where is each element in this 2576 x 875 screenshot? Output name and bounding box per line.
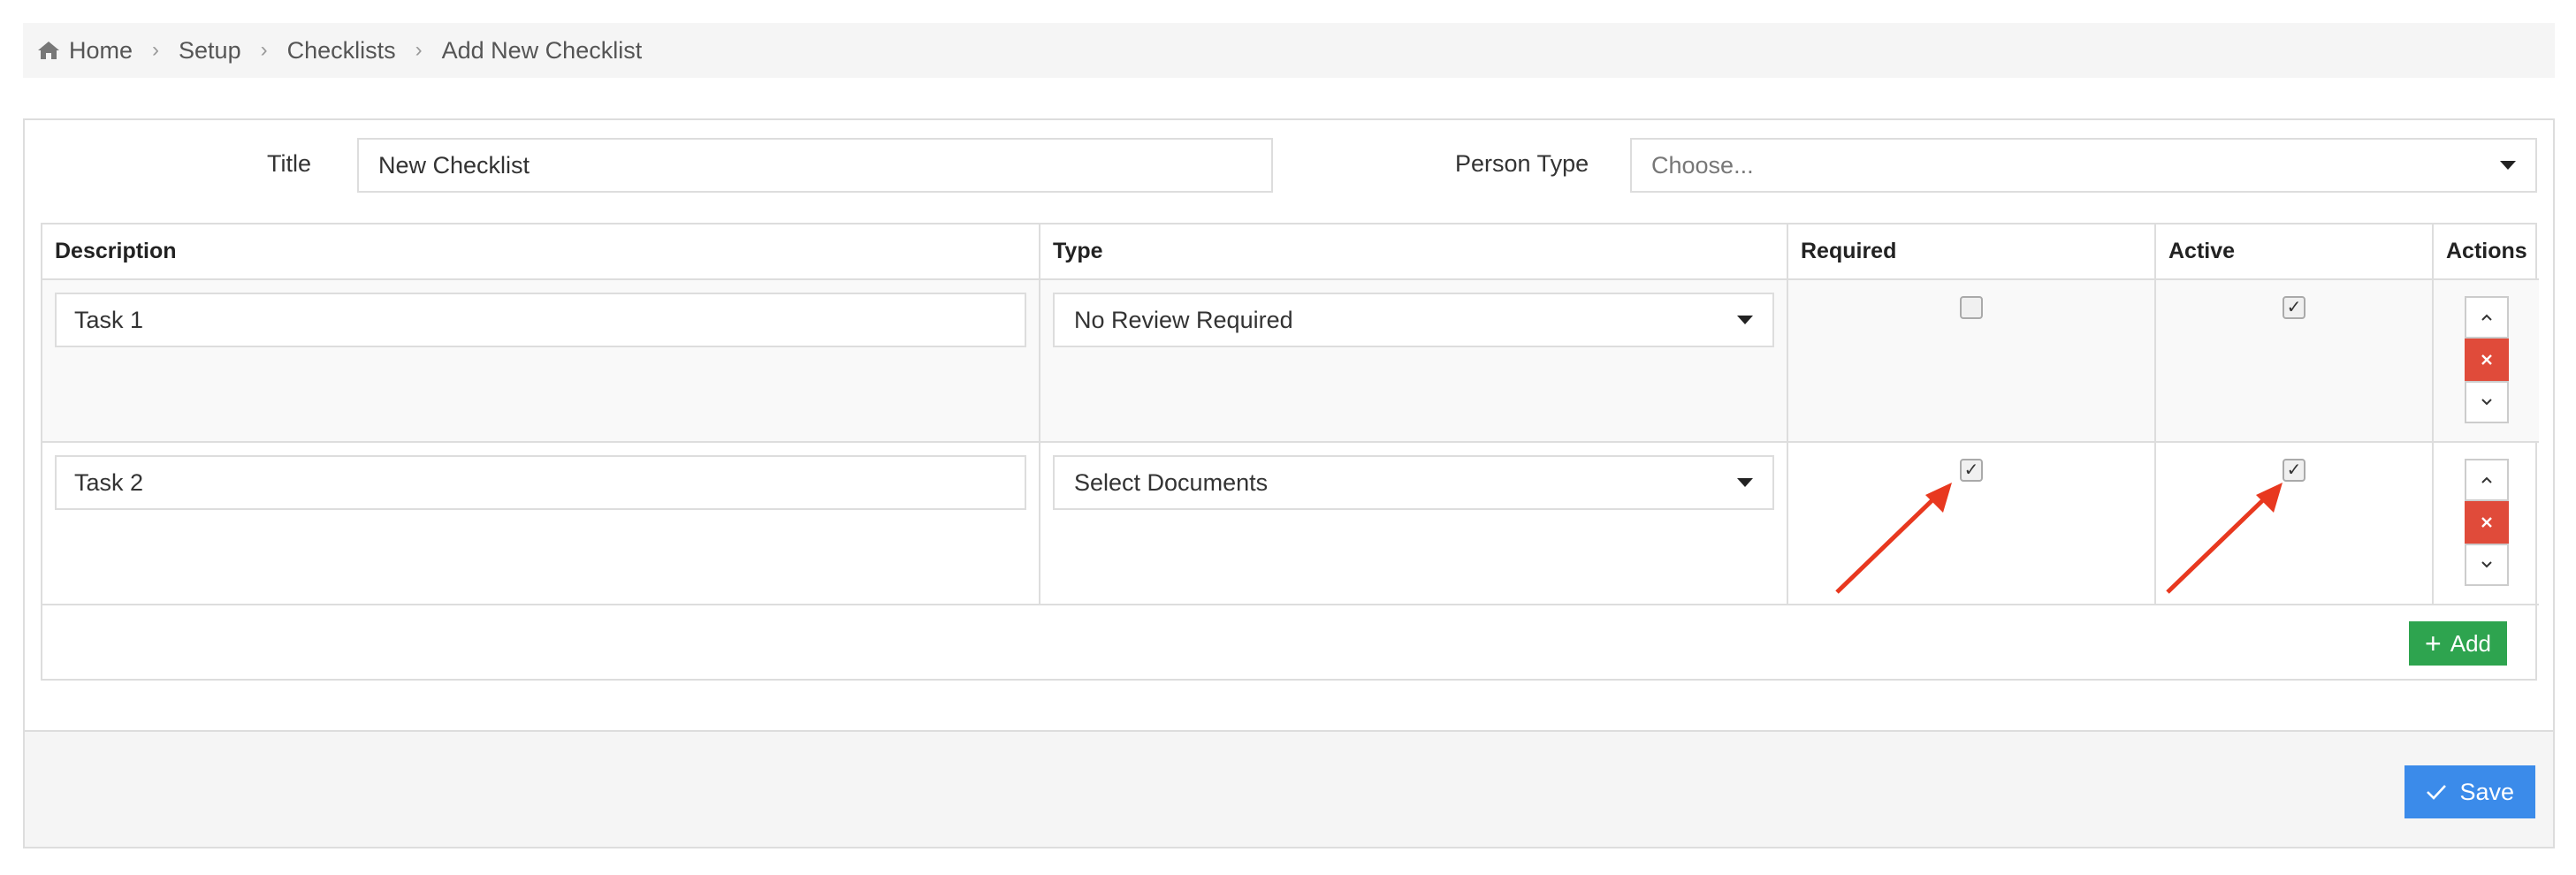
save-button-label: Save [2459,778,2514,805]
breadcrumb: Home › Setup › Checklists › Add New Chec… [23,23,2555,78]
move-down-button[interactable] [2464,381,2509,423]
caret-down-icon [1737,316,1753,324]
home-icon[interactable] [37,40,60,61]
caret-down-icon [1737,478,1753,487]
column-header-required: Required [1787,224,2156,280]
checklist-form-panel: Title Person Type Choose... Description … [23,118,2555,848]
table-header-row: Description Type Required Active Actions [42,224,2539,280]
breadcrumb-home[interactable]: Home [69,37,133,65]
person-type-label: Person Type [1455,150,1589,177]
title-input[interactable] [357,138,1273,193]
column-header-description: Description [42,224,1040,280]
close-icon [2481,354,2492,365]
add-button-label: Add [2450,629,2491,657]
column-header-actions: Actions [2433,224,2539,280]
add-row-bar: + Add [42,605,2535,683]
active-checkbox[interactable]: ✓ [2283,296,2305,319]
title-label: Title [267,150,312,177]
required-checkbox[interactable] [1960,296,1983,319]
person-type-placeholder: Choose... [1651,151,1754,179]
breadcrumb-checklists[interactable]: Checklists [287,37,396,65]
column-header-active: Active [2155,224,2434,280]
row-actions [2464,459,2509,586]
move-up-button[interactable] [2464,296,2509,339]
delete-row-button[interactable] [2464,501,2509,544]
type-select[interactable]: No Review Required [1053,293,1774,347]
chevron-down-icon [2481,561,2492,568]
save-button[interactable]: Save [2405,765,2535,818]
type-select[interactable]: Select Documents [1053,455,1774,510]
form-footer: Save [25,730,2553,847]
table-row: Select Documents ✓ ✓ [42,442,2539,605]
add-task-button[interactable]: + Add [2409,621,2507,666]
chevron-up-icon [2481,476,2492,483]
person-type-select[interactable]: Choose... [1630,138,2537,193]
breadcrumb-setup[interactable]: Setup [179,37,241,65]
description-input[interactable] [55,455,1026,510]
close-icon [2481,517,2492,528]
description-input[interactable] [55,293,1026,347]
breadcrumb-separator: › [260,38,268,62]
plus-icon: + [2425,628,2442,659]
tasks-table: Description Type Required Active Actions… [41,223,2539,683]
column-header-type: Type [1040,224,1788,280]
type-select-value: Select Documents [1074,468,1269,496]
breadcrumb-separator: › [415,38,423,62]
breadcrumb-separator: › [152,38,160,62]
move-up-button[interactable] [2464,459,2509,501]
move-down-button[interactable] [2464,544,2509,586]
active-checkbox[interactable]: ✓ [2283,459,2305,482]
chevron-up-icon [2481,314,2492,321]
required-checkbox[interactable]: ✓ [1960,459,1983,482]
breadcrumb-current: Add New Checklist [441,36,643,64]
type-select-value: No Review Required [1074,306,1293,333]
check-icon [2426,783,2447,801]
table-row: No Review Required ✓ [42,279,2539,443]
caret-down-icon [2500,161,2516,170]
chevron-down-icon [2481,399,2492,406]
delete-row-button[interactable] [2464,339,2509,381]
row-actions [2464,296,2509,423]
